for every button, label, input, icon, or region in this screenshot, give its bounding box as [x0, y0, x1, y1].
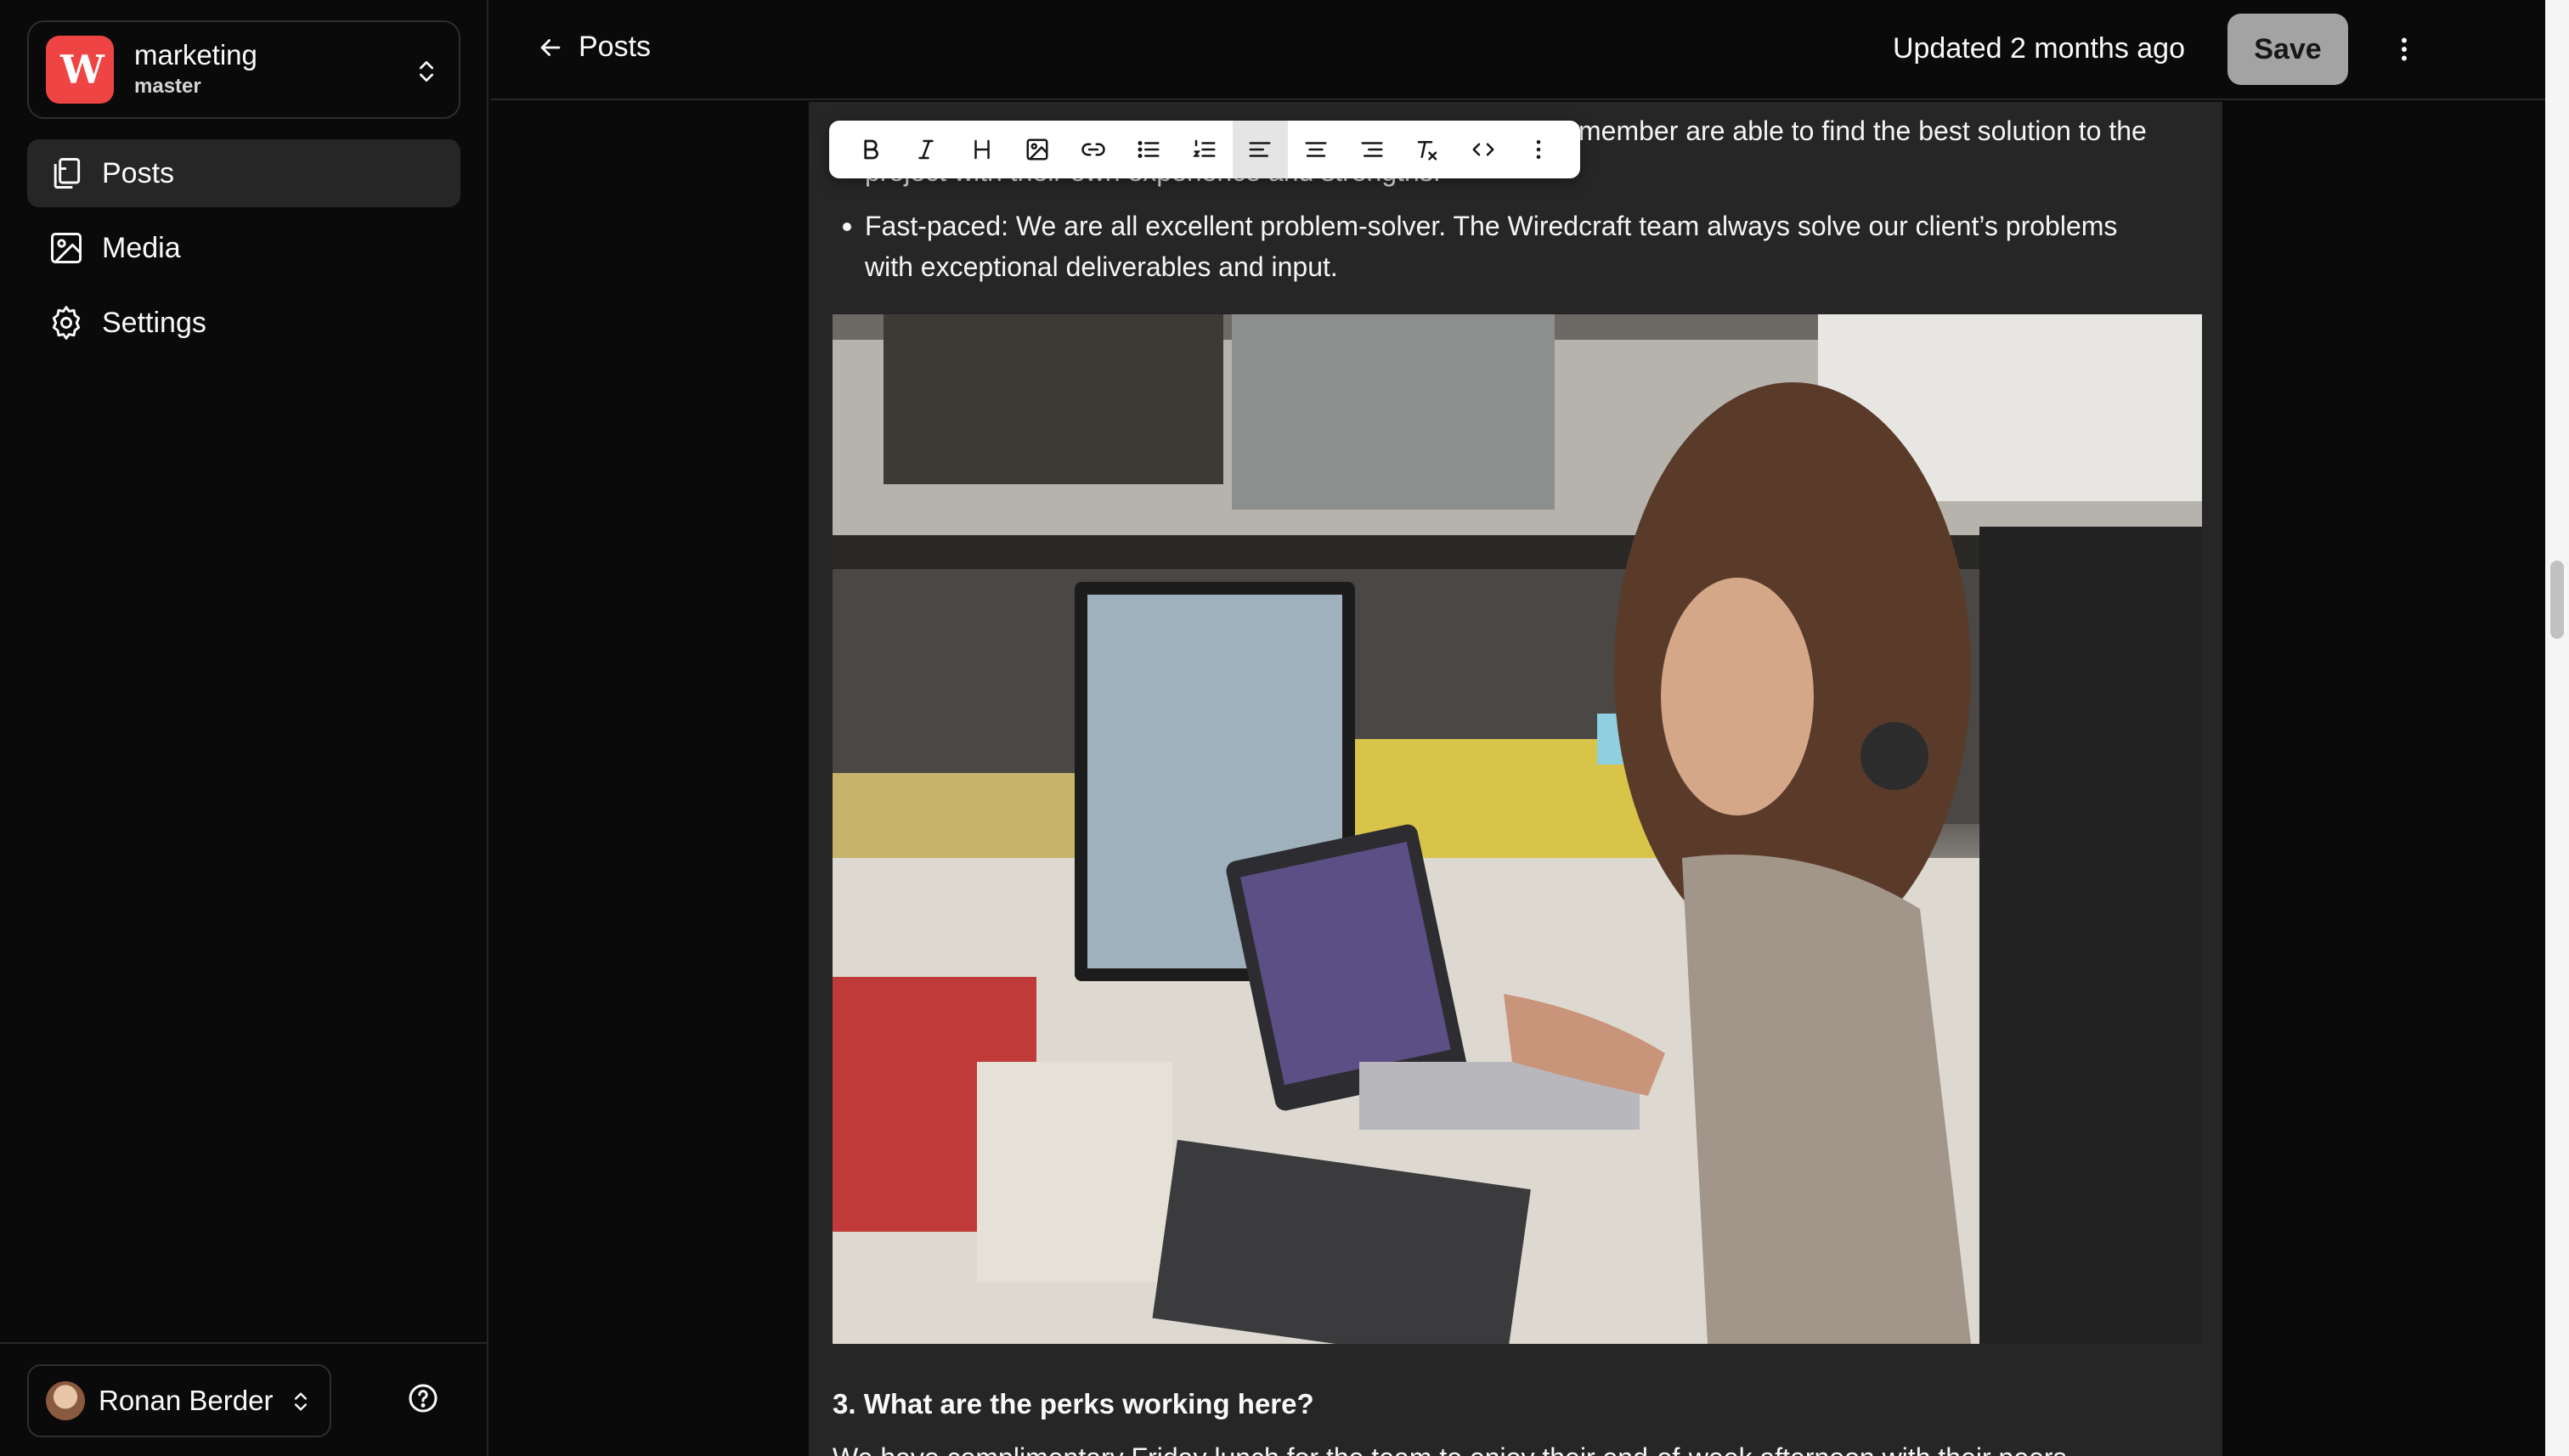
sidebar-item-settings[interactable]: Settings	[27, 289, 460, 357]
back-to-posts-link[interactable]: Posts	[536, 31, 651, 64]
align-left-button[interactable]	[1232, 121, 1289, 178]
code-icon	[1472, 143, 1494, 156]
back-label: Posts	[579, 31, 652, 63]
chevron-up-down-icon	[420, 61, 433, 82]
bullet-list-icon	[1138, 141, 1160, 158]
arrow-left-icon	[540, 38, 561, 56]
insert-image-button[interactable]	[1010, 121, 1066, 178]
more-vertical-icon[interactable]	[2389, 34, 2419, 65]
repo-logo: W	[46, 36, 114, 104]
editor-header: Posts Updated 2 months ago Save	[490, 0, 2545, 100]
bullet-item: Fast-paced: We are all excellent problem…	[831, 206, 2139, 287]
save-button[interactable]: Save	[2227, 14, 2348, 85]
chevron-up-down-icon	[295, 1392, 307, 1411]
link-icon	[1081, 143, 1105, 156]
ordered-list-icon	[1193, 139, 1216, 157]
sidebar-item-label: Media	[102, 231, 181, 264]
updated-status: Updated 2 months ago	[1892, 32, 2185, 65]
clear-format-button[interactable]	[1399, 121, 1455, 178]
italic-icon	[918, 139, 934, 160]
sidebar-item-label: Settings	[102, 306, 206, 339]
align-center-icon	[1305, 142, 1327, 157]
toolbar-more-button[interactable]	[1510, 121, 1567, 178]
gear-icon	[52, 306, 81, 340]
ordered-list-button[interactable]	[1177, 121, 1233, 178]
bullet-list-button[interactable]	[1121, 121, 1177, 178]
sidebar-footer: Ronan Berder	[0, 1342, 488, 1456]
align-left-icon	[1249, 142, 1271, 157]
scrollbar-thumb[interactable]	[2550, 561, 2564, 639]
editor-content[interactable]: member are able to find the best solutio…	[809, 102, 2222, 1456]
align-center-button[interactable]	[1288, 121, 1344, 178]
post-image[interactable]	[833, 314, 2202, 1344]
align-right-button[interactable]	[1344, 121, 1400, 178]
formatting-toolbar	[829, 121, 1580, 178]
sidebar-item-label: Posts	[102, 156, 175, 189]
code-button[interactable]	[1455, 121, 1511, 178]
heading-icon	[974, 139, 990, 160]
clear-format-icon	[1417, 141, 1437, 161]
partial-paragraph: We have complimentary Friday lunch for t…	[833, 1442, 2192, 1456]
repo-switcher[interactable]: W marketing master	[27, 20, 460, 119]
repo-name: marketing	[134, 39, 257, 71]
scrollbar[interactable]	[2545, 0, 2569, 1456]
link-button[interactable]	[1065, 121, 1121, 178]
image-icon	[1026, 138, 1048, 161]
italic-button[interactable]	[899, 121, 955, 178]
bold-button[interactable]	[843, 121, 899, 178]
bold-icon	[864, 139, 878, 160]
user-name: Ronan Berder	[99, 1385, 274, 1416]
image-icon	[51, 233, 82, 263]
more-vertical-icon	[1536, 140, 1541, 159]
user-menu-button[interactable]: Ronan Berder	[27, 1364, 331, 1437]
section-heading: 3. What are the perks working here?	[833, 1388, 1314, 1419]
sidebar-item-media[interactable]: Media	[27, 214, 460, 282]
align-right-icon	[1361, 142, 1383, 157]
app-window: W marketing master Posts Media Settings	[0, 0, 2569, 1456]
help-icon[interactable]	[406, 1381, 440, 1415]
sidebar: W marketing master Posts Media Settings	[0, 0, 488, 1456]
heading-button[interactable]	[954, 121, 1010, 178]
avatar	[46, 1381, 85, 1420]
posts-icon	[54, 158, 81, 189]
sidebar-nav: Posts Media Settings	[27, 139, 460, 364]
repo-text: marketing master	[134, 38, 257, 101]
sidebar-item-posts[interactable]: Posts	[27, 139, 460, 207]
repo-branch: master	[134, 75, 201, 98]
office-photo	[833, 314, 2202, 1344]
